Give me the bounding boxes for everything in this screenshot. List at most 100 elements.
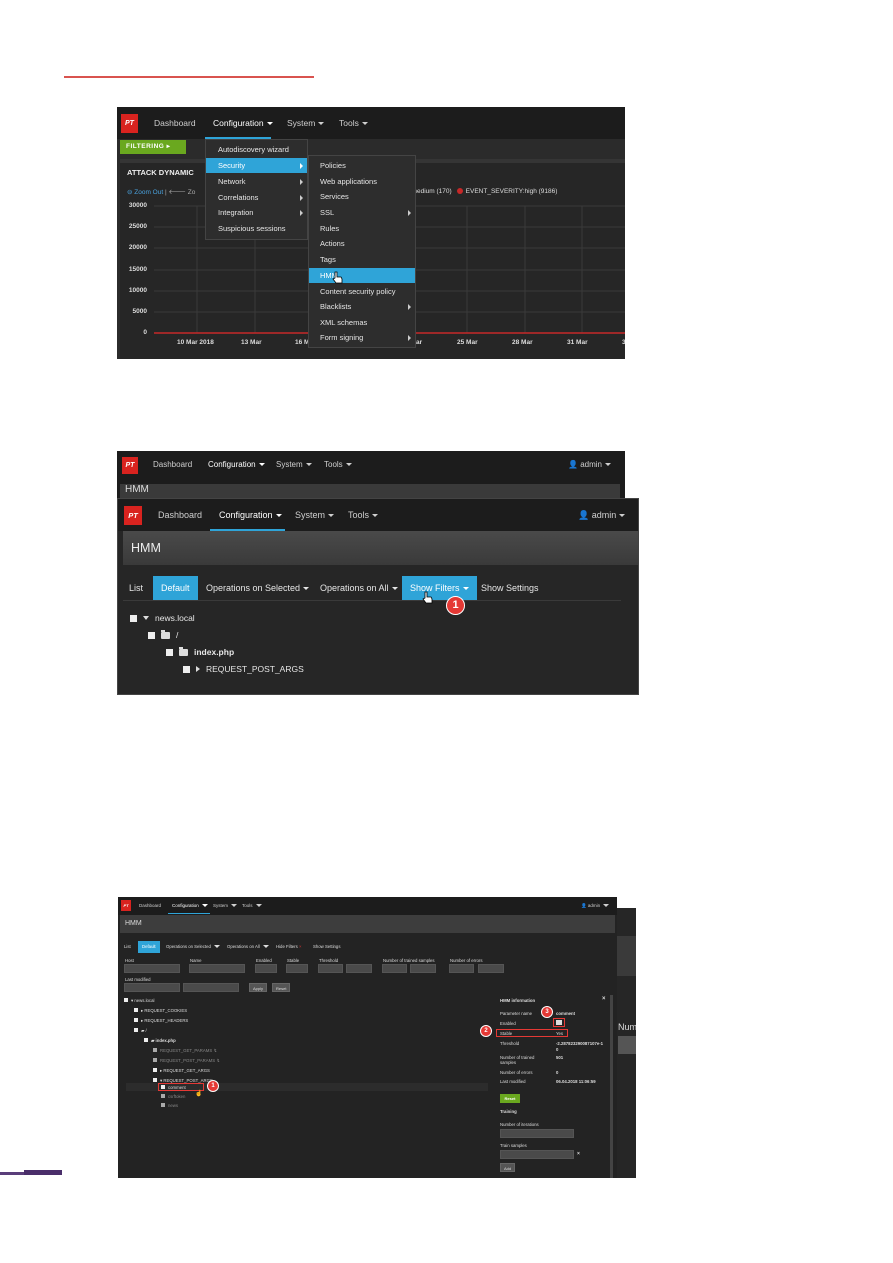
close-icon[interactable]: × — [299, 944, 302, 949]
menu-web-applications[interactable]: Web applications — [309, 174, 415, 189]
tree-get-args[interactable]: ▸ REQUEST_GET_ARGS — [153, 1068, 210, 1074]
nav-active-indicator — [168, 913, 210, 914]
nav-configuration[interactable]: Configuration — [172, 903, 208, 908]
menu-correlations[interactable]: Correlations — [206, 190, 307, 205]
tab-operations-selected[interactable]: Operations on Selected — [206, 576, 309, 600]
reset-button[interactable]: Reset — [500, 1094, 520, 1103]
nav-tools[interactable]: Tools — [324, 460, 352, 469]
tree-root[interactable]: / — [148, 630, 178, 640]
filter-modified-to[interactable] — [183, 983, 239, 992]
expand-icon[interactable] — [196, 666, 200, 672]
filter-errors-from[interactable] — [449, 964, 474, 973]
pt-logo[interactable]: PT — [122, 457, 138, 474]
enabled-label: Enabled — [500, 1021, 516, 1026]
filter-threshold-to[interactable] — [346, 964, 372, 973]
checkbox[interactable] — [166, 649, 173, 656]
training-heading: Training — [500, 1109, 517, 1114]
top-navbar: PT Dashboard Configuration System Tools … — [118, 499, 638, 531]
apply-button[interactable]: Apply — [249, 983, 268, 992]
checkbox[interactable] — [130, 615, 137, 622]
add-button[interactable]: Add — [500, 1163, 516, 1172]
filter-name-input[interactable] — [189, 964, 245, 973]
user-menu[interactable]: 👤 admin — [568, 460, 611, 469]
iterations-input[interactable] — [500, 1129, 574, 1138]
nav-tools[interactable]: Tools — [348, 510, 378, 520]
menu-xml-schemas[interactable]: XML schemas — [309, 315, 415, 330]
checkbox[interactable] — [183, 666, 190, 673]
menu-rules[interactable]: Rules — [309, 221, 415, 236]
y-tick: 10000 — [128, 287, 147, 294]
tree-news[interactable]: news — [161, 1103, 178, 1108]
filter-threshold-from[interactable] — [318, 964, 343, 973]
close-icon[interactable]: × — [602, 996, 606, 1002]
tab-show-settings[interactable]: Show Settings — [481, 576, 539, 600]
menu-content-security-policy[interactable]: Content security policy — [309, 284, 415, 299]
checkbox[interactable] — [148, 632, 155, 639]
filter-errors-label: Number of errors — [450, 958, 483, 963]
expand-icon[interactable] — [143, 616, 149, 620]
nav-configuration[interactable]: Configuration — [208, 460, 265, 469]
tree-csrftoken[interactable]: csrftoken — [161, 1094, 185, 1099]
tab-show-settings[interactable]: Show Settings — [313, 941, 340, 953]
tree-root[interactable]: ▰ / — [134, 1028, 147, 1034]
filter-modified-from[interactable] — [124, 983, 180, 992]
user-menu[interactable]: 👤 admin — [581, 903, 609, 909]
menu-tags[interactable]: Tags — [309, 252, 415, 267]
menu-policies[interactable]: Policies — [309, 158, 415, 173]
tab-operations-selected[interactable]: Operations on Selected — [166, 941, 220, 953]
nav-system[interactable]: System — [276, 460, 312, 469]
tree-cookies[interactable]: ▸ REQUEST_COOKIES — [134, 1008, 187, 1014]
menu-ssl[interactable]: SSL — [309, 205, 415, 220]
tab-operations-all[interactable]: Operations on All — [320, 576, 398, 600]
filter-trained-from[interactable] — [382, 964, 407, 973]
menu-autodiscovery[interactable]: Autodiscovery wizard — [206, 142, 307, 158]
filter-host-input[interactable] — [124, 964, 180, 973]
submenu-arrow-icon — [300, 210, 303, 216]
nav-tools[interactable]: Tools — [242, 903, 262, 908]
tree-post-args[interactable]: REQUEST_POST_ARGS — [183, 664, 304, 674]
filter-errors-to[interactable] — [478, 964, 504, 973]
filter-enabled-select[interactable] — [255, 964, 277, 973]
nav-system[interactable]: System — [295, 510, 334, 520]
scrollbar[interactable] — [610, 995, 613, 1178]
tree-file[interactable]: index.php — [166, 647, 234, 657]
filter-trained-to[interactable] — [410, 964, 436, 973]
nav-system[interactable]: System — [213, 903, 237, 908]
pt-logo[interactable]: PT — [124, 506, 142, 525]
tab-operations-all[interactable]: Operations on All — [227, 941, 269, 953]
input-fragment[interactable] — [618, 1036, 636, 1054]
samples-input[interactable] — [500, 1150, 574, 1159]
menu-network[interactable]: Network — [206, 174, 307, 189]
menu-form-signing[interactable]: Form signing — [309, 330, 415, 345]
highlight-enabled — [553, 1018, 565, 1027]
menu-suspicious-sessions[interactable]: Suspicious sessions — [206, 221, 307, 236]
tree-file[interactable]: ▰ index.php — [144, 1038, 176, 1044]
clear-icon[interactable]: × — [577, 1151, 580, 1157]
tab-list[interactable]: List — [129, 576, 143, 600]
nav-dashboard[interactable]: Dashboard — [153, 460, 192, 469]
tab-default[interactable]: Default — [153, 576, 198, 600]
user-menu[interactable]: 👤 admin — [578, 510, 625, 521]
tab-hide-filters[interactable]: Hide Filters × — [276, 941, 301, 953]
filter-stable-select[interactable] — [286, 964, 308, 973]
menu-hmm[interactable]: HMM — [309, 268, 415, 283]
menu-blacklists[interactable]: Blacklists — [309, 299, 415, 314]
tree-post-params[interactable]: REQUEST_POST_PARAMS ↯ — [153, 1058, 220, 1064]
tab-list[interactable]: List — [124, 941, 131, 953]
tab-default[interactable]: Default — [138, 941, 160, 953]
pt-logo[interactable]: PT — [121, 900, 131, 911]
tree-get-params[interactable]: REQUEST_GET_PARAMS ↯ — [153, 1048, 217, 1054]
menu-services[interactable]: Services — [309, 189, 415, 204]
tree-host[interactable]: news.local — [130, 613, 195, 623]
tab-show-filters[interactable]: Show Filters — [402, 576, 477, 600]
nav-configuration[interactable]: Configuration — [219, 510, 282, 520]
reset-filter-button[interactable]: Reset — [272, 983, 291, 992]
nav-dashboard[interactable]: Dashboard — [158, 510, 202, 520]
menu-integration[interactable]: Integration — [206, 205, 307, 220]
tree-headers[interactable]: ▸ REQUEST_HEADERS — [134, 1018, 188, 1024]
threshold-value-exponent: 0 — [556, 1047, 559, 1052]
menu-actions[interactable]: Actions — [309, 236, 415, 251]
tree-host[interactable]: ▾ news.local — [124, 998, 154, 1004]
menu-security[interactable]: Security — [206, 158, 307, 173]
nav-dashboard[interactable]: Dashboard — [139, 903, 161, 908]
